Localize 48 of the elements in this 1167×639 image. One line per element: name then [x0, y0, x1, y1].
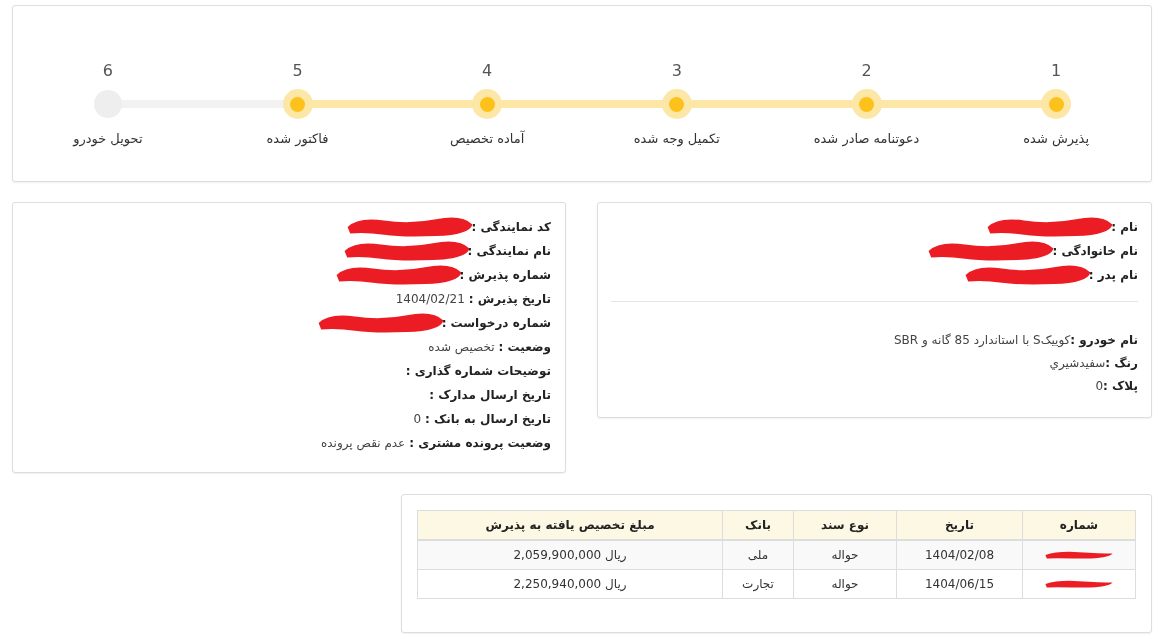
column-header: بانک [722, 510, 794, 540]
table-cell: 2,059,900,000 ریال [417, 540, 723, 570]
field-value: 1404/02/21 [395, 292, 465, 306]
step-number: 6 [102, 61, 113, 81]
field-label: تاریخ ارسال به بانک : [425, 412, 551, 426]
field-label: شماره پذیرش : [459, 268, 551, 282]
table-cell: 1404/02/08 [896, 540, 1023, 570]
field-label: تاریخ پذیرش : [468, 292, 551, 306]
field-label: نام پدر : [1088, 268, 1138, 282]
field-label: نام خودرو : [1070, 332, 1138, 347]
table-cell: ملی [722, 540, 794, 570]
field-label: توضیحات شماره گذاری : [405, 364, 551, 378]
column-header: نوع سند [793, 510, 897, 540]
field-label: تاریخ ارسال مدارک : [429, 388, 551, 402]
step-label: آماده تخصیص [449, 131, 525, 146]
field-label: پلاک : [1103, 378, 1138, 393]
table-cell: حواله [793, 540, 897, 570]
field-label: وضعیت : [498, 340, 551, 354]
column-header: تاریخ [896, 510, 1023, 540]
table-cell: 2,250,940,000 ریال [417, 569, 723, 599]
field-label: کد نمایندگی : [471, 220, 551, 234]
step-label: تحویل خودرو [73, 131, 143, 146]
table-cell: حواله [793, 569, 897, 599]
field-label: نام : [1111, 220, 1138, 234]
step-number: 1 [1051, 61, 1062, 81]
table-cell: تجارت [722, 569, 794, 599]
field-label: نام خانوادگی : [1052, 244, 1138, 258]
step-number: 4 [482, 61, 493, 81]
field-label: رنگ : [1105, 355, 1138, 370]
field-label: شماره درخواست : [441, 316, 551, 330]
field-value: سفیدشيري [1049, 355, 1106, 370]
field-label: وضعیت پرونده مشتری : [409, 436, 551, 450]
column-header: شماره [1022, 510, 1136, 540]
step-label: پذیرش شده [1023, 131, 1090, 146]
step-number: 5 [292, 61, 303, 81]
field-value: 0 [413, 412, 422, 426]
field-value: عدم نقص پرونده [320, 436, 406, 450]
step-label: دعوتنامه صادر شده [813, 131, 920, 146]
field-label: نام نمایندگی : [467, 244, 551, 258]
field-value: 0 [1095, 378, 1104, 393]
step-number: 3 [671, 61, 682, 81]
table-cell: 1404/06/15 [896, 569, 1023, 599]
step-label: فاکتور شده [266, 131, 329, 146]
field-value: تخصیص شده [428, 340, 495, 354]
step-label: تکمیل وجه شده [633, 131, 720, 146]
field-value: کوییکS با استاندارد 85 گانه و SBR [894, 332, 1071, 347]
step-number: 2 [861, 61, 872, 81]
column-header: مبلغ تخصیص یافته به پذیرش [417, 510, 723, 540]
